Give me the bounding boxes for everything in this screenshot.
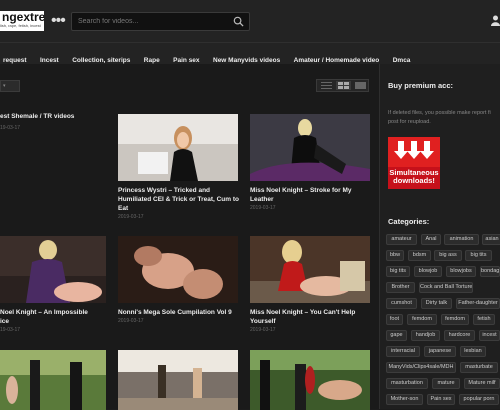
main-nav: request Incest Collection, siterips Rape… — [0, 42, 500, 64]
premium-promo-banner[interactable]: Simultaneous downloads! — [388, 137, 440, 189]
nav-item-amateur[interactable]: Amateur / Homemade video — [294, 57, 380, 64]
tag[interactable]: blowjob — [414, 266, 442, 277]
video-thumbnail[interactable] — [0, 236, 106, 303]
video-card[interactable]: Princess Wystri – Tricked and Humiliated… — [118, 114, 239, 229]
tag[interactable]: Dirty talk — [421, 298, 452, 309]
sort-label: ▾ — [3, 83, 6, 89]
nav-item-request[interactable]: request — [3, 57, 26, 64]
promo-text: Simultaneous downloads! — [389, 168, 439, 185]
video-thumbnail[interactable] — [118, 236, 238, 303]
tag[interactable]: Brother — [386, 282, 415, 293]
tag[interactable]: incest — [479, 330, 500, 341]
video-card[interactable] — [0, 350, 106, 410]
tag[interactable]: big ass — [434, 250, 462, 261]
nav-item-pain-sex[interactable]: Pain sex — [173, 57, 199, 64]
video-thumbnail[interactable] — [118, 114, 238, 181]
categories-title: Categories: — [388, 217, 430, 226]
large-view-icon[interactable] — [353, 81, 368, 90]
tag[interactable]: bdsm — [408, 250, 431, 261]
tag[interactable]: masturbation — [386, 378, 428, 389]
nav-item-dmca[interactable]: Dmca — [393, 57, 411, 64]
video-thumbnail[interactable] — [0, 350, 106, 410]
video-date: 2019-03-17 — [118, 214, 144, 220]
logo-tagline: lish, rape, fetish, incest — [0, 23, 41, 28]
nav-item-incest[interactable]: Incest — [40, 57, 59, 64]
user-icon[interactable] — [491, 15, 500, 26]
search-icon[interactable] — [233, 16, 244, 27]
tag[interactable]: Mother-son — [386, 394, 423, 405]
more-dots-icon[interactable]: ••• — [51, 12, 66, 30]
video-date: 19-03-17 — [0, 327, 21, 333]
tag[interactable]: popular porn — [459, 394, 499, 405]
video-card[interactable] — [250, 350, 370, 410]
tag[interactable]: cumshot — [386, 298, 417, 309]
tag[interactable]: bbw — [386, 250, 404, 261]
nav-item-collection[interactable]: Collection, siterips — [72, 57, 130, 64]
video-card[interactable] — [118, 350, 238, 410]
video-card[interactable]: Miss Noel Knight – You Can't Help Yourse… — [250, 236, 370, 351]
video-card[interactable]: Noel Knight – An Impossible ice 19-03-17 — [0, 236, 106, 351]
video-thumbnail[interactable] — [118, 350, 238, 410]
view-toggle — [316, 79, 369, 92]
tag[interactable]: blowjobs — [446, 266, 476, 277]
video-date: 2019-03-17 — [250, 205, 276, 211]
video-card[interactable]: est Shemale / TR videos 19-03-17 — [0, 112, 106, 222]
search-box — [71, 12, 250, 31]
tag[interactable]: gape — [386, 330, 407, 341]
tag[interactable]: asian — [482, 234, 500, 245]
top-bar: ngextre.me lish, rape, fetish, incest ••… — [0, 0, 500, 42]
video-date: 2019-03-17 — [118, 318, 144, 324]
video-title[interactable]: Miss Noel Knight – Stroke for My Leather — [250, 186, 375, 204]
nav-item-manyvids[interactable]: New Manyvids videos — [213, 57, 280, 64]
site-logo[interactable]: ngextre.me lish, rape, fetish, incest — [0, 11, 44, 31]
tag[interactable]: ManyVids/Clips4sale/MDH — [386, 362, 456, 373]
video-date: 2019-03-17 — [250, 327, 276, 333]
tag[interactable]: bondage — [480, 266, 500, 277]
download-arrows-icon — [388, 137, 440, 167]
video-title[interactable]: Miss Noel Knight – You Can't Help Yourse… — [250, 308, 375, 326]
video-title[interactable]: Noel Knight – An Impossible ice — [0, 308, 110, 326]
search-input[interactable] — [78, 15, 228, 28]
video-thumbnail[interactable] — [250, 350, 370, 410]
grid-view-icon[interactable] — [336, 81, 351, 90]
tag[interactable]: animation — [444, 234, 479, 245]
video-title[interactable]: Princess Wystri – Tricked and Humiliated… — [118, 186, 243, 213]
tag[interactable]: amateur — [386, 234, 417, 245]
tag[interactable]: femdom — [407, 314, 437, 325]
tag[interactable]: Cock and Ball Torture — [419, 282, 473, 293]
video-thumbnail[interactable] — [250, 114, 370, 181]
video-thumbnail[interactable] — [250, 236, 370, 303]
sidebar: Buy premium acc: If deleted files, you p… — [379, 64, 500, 409]
tag[interactable]: femdom — [441, 314, 469, 325]
tag[interactable]: Pain sex — [427, 394, 455, 405]
tag[interactable]: interracial — [386, 346, 420, 357]
tag[interactable]: handjob — [411, 330, 440, 341]
tag[interactable]: big tits — [386, 266, 410, 277]
tag[interactable]: lesbian — [460, 346, 486, 357]
tag[interactable]: foot — [386, 314, 403, 325]
premium-note: If deleted files, you possible make repo… — [388, 110, 491, 125]
tag[interactable]: masturbate — [460, 362, 498, 373]
video-grid: ▾ est Shemale / TR videos 19-03-17 Princ… — [0, 64, 379, 410]
tag[interactable]: big tits — [465, 250, 492, 261]
video-title[interactable]: Nonni's Mega Sole Cumpilation Vol 9 — [118, 308, 243, 317]
tag[interactable]: Mature milf — [464, 378, 500, 389]
list-view-icon[interactable] — [319, 81, 334, 90]
tag[interactable]: Father-daughter — [456, 298, 500, 309]
video-title[interactable]: est Shemale / TR videos — [0, 112, 110, 121]
nav-item-rape[interactable]: Rape — [144, 57, 160, 64]
tag[interactable]: fetish — [473, 314, 495, 325]
premium-title: Buy premium acc: — [388, 81, 454, 90]
video-thumbnail[interactable] — [0, 112, 106, 179]
video-card[interactable]: Miss Noel Knight – Stroke for My Leather… — [250, 114, 370, 229]
video-card[interactable]: Nonni's Mega Sole Cumpilation Vol 9 2019… — [118, 236, 238, 351]
tag[interactable]: Anal — [421, 234, 441, 245]
tag[interactable]: hardcore — [444, 330, 475, 341]
sort-select[interactable]: ▾ — [0, 80, 20, 92]
video-date: 19-03-17 — [0, 125, 21, 131]
tag[interactable]: japanese — [424, 346, 456, 357]
tag[interactable]: mature — [432, 378, 460, 389]
